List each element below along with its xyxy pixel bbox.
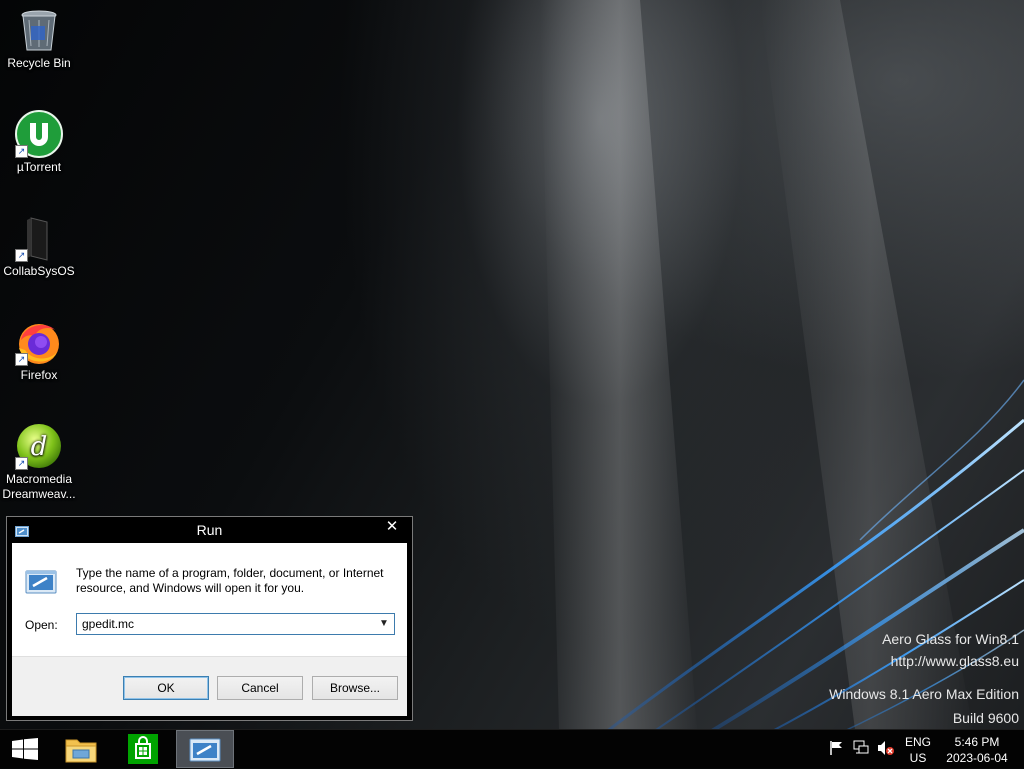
dreamweaver-icon: d ↗ (15, 422, 63, 470)
windows-logo-icon (12, 738, 38, 765)
run-program-icon (25, 570, 57, 599)
desktop-icon-collabsysos[interactable]: ↗ CollabSysOS (0, 210, 78, 279)
desktop-icon-firefox[interactable]: ↗ Firefox (0, 314, 78, 383)
run-dialog-titlebar[interactable]: Run ✕ (7, 517, 412, 543)
network-icon[interactable] (853, 740, 869, 759)
flag-icon[interactable] (829, 740, 843, 759)
taskbar-file-explorer[interactable] (56, 730, 106, 768)
run-dialog-title: Run (196, 522, 223, 538)
desktop-icon-recycle-bin[interactable]: Recycle Bin (0, 2, 78, 71)
desktop-icon-label: Recycle Bin (7, 56, 71, 70)
desktop-icon-label: µTorrent (16, 160, 62, 174)
run-dialog: Run ✕ Type the name of a program, folder… (6, 516, 413, 721)
watermark-aero-glass: Aero Glass for Win8.1 (882, 631, 1019, 647)
language-code: ENG (904, 735, 931, 749)
shortcut-arrow-icon: ↗ (15, 145, 28, 158)
close-icon: ✕ (385, 518, 399, 535)
start-button[interactable] (0, 730, 50, 768)
watermark-build: Build 9600 (952, 710, 1019, 726)
clock-time: 5:46 PM (954, 735, 1000, 749)
desktop-icon-label: Firefox (20, 368, 58, 382)
close-button[interactable]: ✕ (378, 517, 406, 537)
run-icon (189, 738, 221, 767)
language-region: US (909, 751, 927, 765)
run-dialog-body: Type the name of a program, folder, docu… (12, 543, 407, 656)
taskbar: ENG US 5:46 PM 2023-06-04 (0, 729, 1024, 768)
open-label: Open: (25, 618, 58, 632)
clock-date: 2023-06-04 (946, 751, 1008, 765)
store-icon (128, 734, 158, 769)
shortcut-arrow-icon: ↗ (15, 353, 28, 366)
utorrent-icon: ↗ (15, 110, 63, 158)
watermark-edition: Windows 8.1 Aero Max Edition (829, 686, 1019, 702)
svg-text:d: d (31, 432, 48, 462)
shortcut-arrow-icon: ↗ (15, 249, 28, 262)
browse-button[interactable]: Browse... (312, 676, 398, 700)
run-description: Type the name of a program, folder, docu… (76, 566, 384, 595)
cancel-button[interactable]: Cancel (217, 676, 303, 700)
open-combobox[interactable]: ▼ (76, 613, 395, 635)
desktop-icon-label: CollabSysOS (3, 264, 75, 278)
desktop-icon-dreamweaver[interactable]: d ↗ Macromedia Dreamweav... (0, 418, 78, 502)
open-input[interactable] (77, 614, 377, 634)
desktop-icon-label-line2: Dreamweav... (2, 487, 76, 501)
collabsysos-icon: ↗ (15, 214, 63, 262)
run-dialog-button-bar: OK Cancel Browse... (12, 656, 407, 716)
firefox-icon: ↗ (15, 318, 63, 366)
clock[interactable]: 5:46 PM 2023-06-04 (940, 734, 1014, 766)
shortcut-arrow-icon: ↗ (15, 457, 28, 470)
volume-muted-icon[interactable] (877, 740, 895, 759)
language-indicator[interactable]: ENG US (900, 734, 936, 766)
taskbar-run[interactable] (176, 730, 234, 768)
taskbar-store[interactable] (118, 730, 168, 768)
recycle-bin-icon (15, 6, 63, 54)
file-explorer-icon (65, 734, 97, 769)
desktop-icon-label-line1: Macromedia (5, 472, 73, 486)
watermark-url: http://www.glass8.eu (890, 653, 1019, 669)
chevron-down-icon[interactable]: ▼ (377, 616, 391, 632)
ok-button[interactable]: OK (123, 676, 209, 700)
desktop-icon-utorrent[interactable]: ↗ µTorrent (0, 106, 78, 175)
